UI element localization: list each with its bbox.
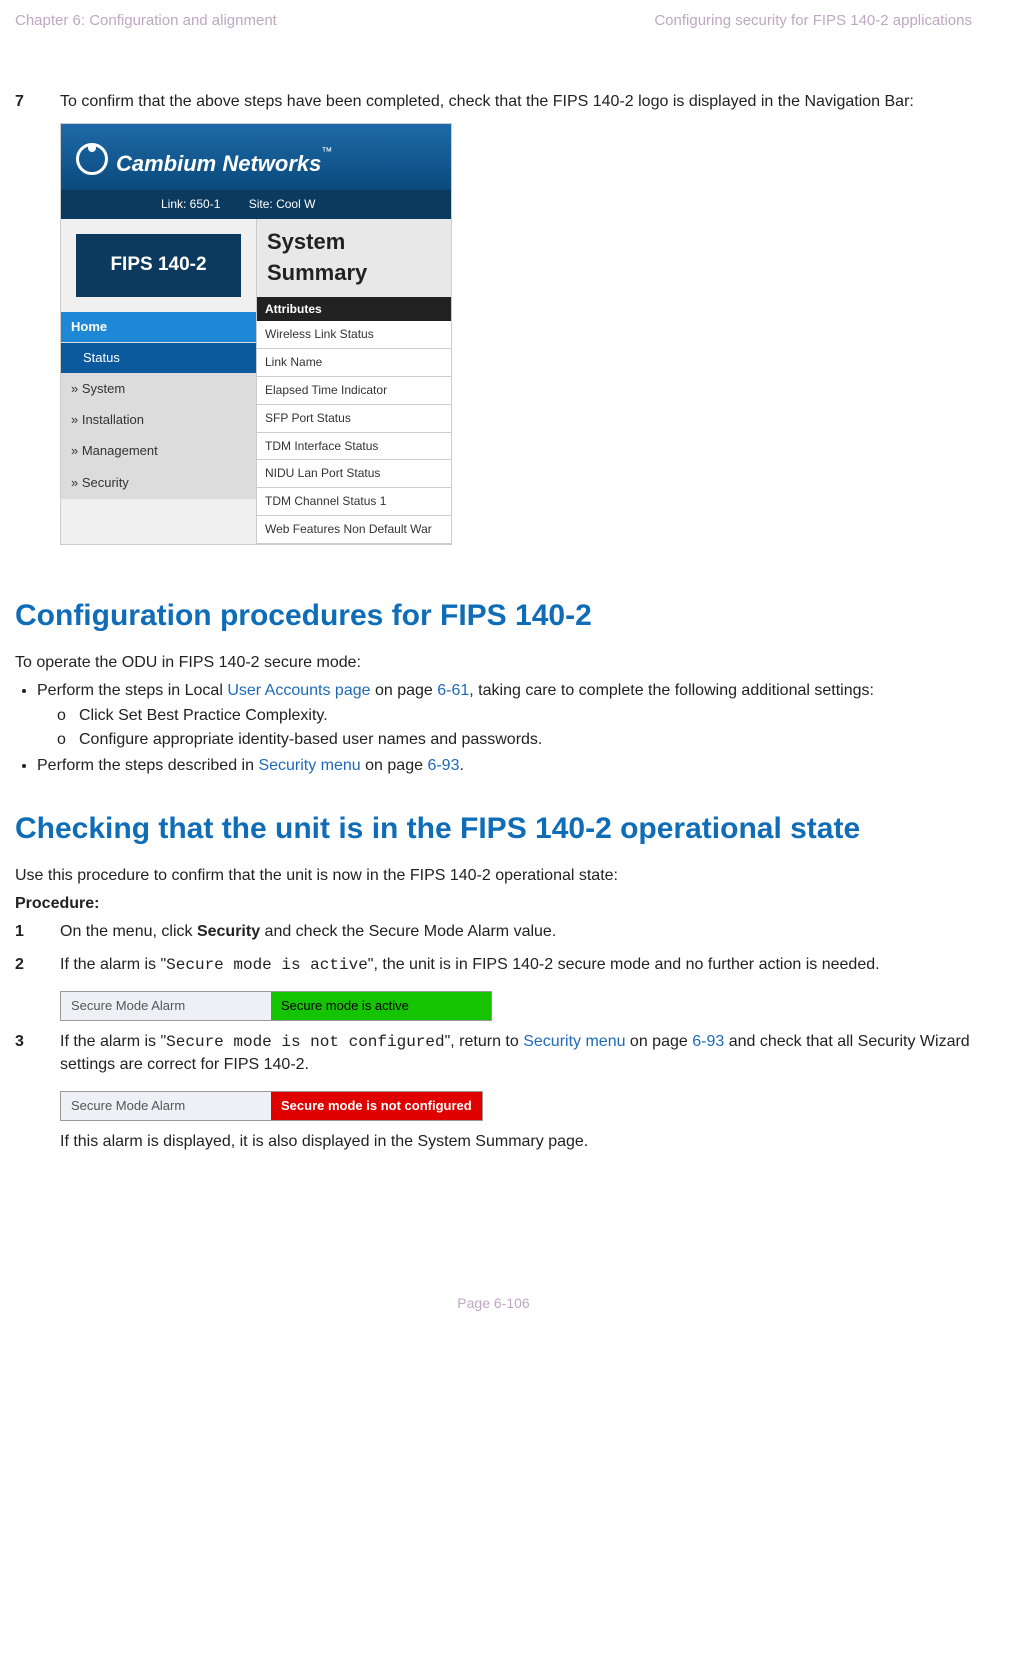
attr-row: Elapsed Time Indicator [257, 377, 451, 405]
page-ref-link[interactable]: 6-93 [692, 1033, 724, 1050]
header-right: Configuring security for FIPS 140-2 appl… [654, 10, 972, 31]
attr-row: NIDU Lan Port Status [257, 460, 451, 488]
intro-text: Use this procedure to confirm that the u… [15, 865, 972, 887]
alarm-notconfigured-screenshot: Secure Mode Alarm Secure mode is not con… [60, 1091, 483, 1121]
cambium-logo-icon [76, 143, 108, 175]
page-ref-link[interactable]: 6-61 [437, 682, 469, 699]
navbar-screenshot: Cambium Networks™ Link: 650-1 Site: Cool… [60, 123, 452, 544]
attr-row: Link Name [257, 349, 451, 377]
alarm-value-active: Secure mode is active [271, 992, 491, 1020]
brand-banner: Cambium Networks™ [61, 124, 451, 190]
attr-row: Wireless Link Status [257, 321, 451, 349]
section-heading-check: Checking that the unit is in the FIPS 14… [15, 808, 972, 850]
step-text: On the menu, click Security and check th… [60, 921, 972, 943]
menu-system[interactable]: » System [61, 374, 256, 405]
security-menu-link[interactable]: Security menu [523, 1033, 625, 1050]
security-bold: Security [197, 923, 260, 940]
procedure-step-1: 1 On the menu, click Security and check … [15, 921, 972, 943]
procedure-step-3: 3 If the alarm is "Secure mode is not co… [15, 1031, 972, 1076]
alarm-active-screenshot: Secure Mode Alarm Secure mode is active [60, 991, 492, 1021]
procedure-label: Procedure: [15, 893, 972, 915]
menu-installation[interactable]: » Installation [61, 405, 256, 436]
sub-item: Click Set Best Practice Complexity. [57, 705, 972, 727]
attr-row: TDM Channel Status 1 [257, 488, 451, 516]
sub-list: Click Set Best Practice Complexity. Conf… [37, 705, 972, 752]
user-accounts-link[interactable]: User Accounts page [227, 682, 370, 699]
link-label: Link: 650-1 [161, 197, 220, 211]
bullet-list: Perform the steps in Local User Accounts… [15, 680, 972, 778]
step-text: If the alarm is "Secure mode is not conf… [60, 1031, 972, 1076]
attributes-header: Attributes [257, 297, 451, 322]
nav-sidebar: FIPS 140-2 Home Status » System » Instal… [61, 219, 256, 544]
page-footer: Page 6-106 [15, 1294, 972, 1314]
step-text: If the alarm is "Secure mode is active",… [60, 954, 972, 976]
site-label: Site: Cool W [249, 197, 316, 211]
menu-management[interactable]: » Management [61, 436, 256, 467]
brand-text: Cambium Networks [116, 151, 321, 176]
attr-row: TDM Interface Status [257, 433, 451, 461]
alarm-label: Secure Mode Alarm [61, 1092, 271, 1120]
attr-row: Web Features Non Default War [257, 516, 451, 544]
step-text: To confirm that the above steps have bee… [60, 91, 972, 113]
tail-note: If this alarm is displayed, it is also d… [60, 1131, 972, 1153]
step-number: 1 [15, 921, 60, 943]
menu-security[interactable]: » Security [61, 468, 256, 499]
nav-menu: Home Status » System » Installation » Ma… [61, 312, 256, 499]
bullet-item: Perform the steps in Local User Accounts… [37, 680, 972, 751]
page-header: Chapter 6: Configuration and alignment C… [15, 10, 972, 31]
code-text: Secure mode is not configured [166, 1033, 444, 1051]
page-ref-link[interactable]: 6-93 [427, 757, 459, 774]
alarm-label: Secure Mode Alarm [61, 992, 271, 1020]
link-site-bar: Link: 650-1 Site: Cool W [61, 190, 451, 219]
fips-badge: FIPS 140-2 [76, 234, 241, 297]
section-heading-config: Configuration procedures for FIPS 140-2 [15, 595, 972, 637]
step-7: 7 To confirm that the above steps have b… [15, 91, 972, 113]
procedure-step-2: 2 If the alarm is "Secure mode is active… [15, 954, 972, 976]
intro-text: To operate the ODU in FIPS 140-2 secure … [15, 652, 972, 674]
step-number: 7 [15, 91, 60, 113]
sub-item: Configure appropriate identity-based use… [57, 729, 972, 751]
step-number: 3 [15, 1031, 60, 1076]
attr-row: SFP Port Status [257, 405, 451, 433]
content-panel: System Summary Attributes Wireless Link … [256, 219, 451, 544]
security-menu-link[interactable]: Security menu [258, 757, 360, 774]
step-number: 2 [15, 954, 60, 976]
menu-status[interactable]: Status [61, 343, 256, 374]
alarm-value-notconfigured: Secure mode is not configured [271, 1092, 482, 1120]
header-left: Chapter 6: Configuration and alignment [15, 10, 277, 31]
bullet-item: Perform the steps described in Security … [37, 755, 972, 777]
code-text: Secure mode is active [166, 956, 368, 974]
menu-home[interactable]: Home [61, 312, 256, 343]
system-summary-title: System Summary [257, 219, 451, 297]
